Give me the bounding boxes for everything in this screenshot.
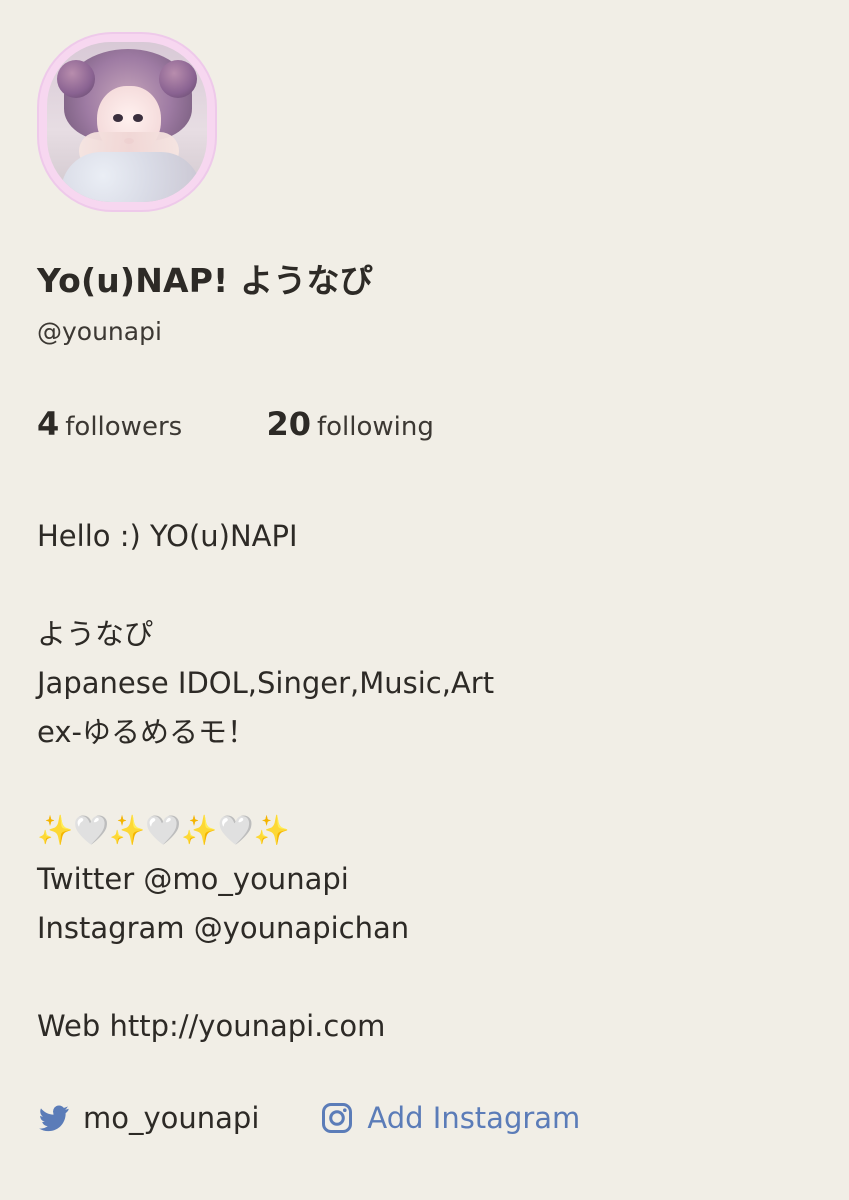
profile-stats: 4 followers 20 following [37,405,434,443]
avatar-eye-left [113,114,123,122]
profile-bio: Hello :) YO(u)NAPI ようなぴ Japanese IDOL,Si… [37,519,495,1043]
followers-count: 4 [37,405,60,443]
social-links: mo_younapi Add Instagram [37,1096,580,1140]
twitter-bird-icon [37,1103,71,1133]
followers-label: followers [65,412,183,442]
profile-name: Yo(u)NAP! ようなぴ [37,261,373,300]
twitter-link[interactable]: mo_younapi [37,1101,259,1135]
avatar-eye-right [133,114,143,122]
following-count: 20 [266,405,311,443]
following-label: following [316,412,434,442]
profile-avatar[interactable] [37,32,217,212]
avatar-outfit [61,152,201,202]
followers-stat[interactable]: 4 followers [37,405,182,443]
avatar-hair-bun-right [159,60,197,98]
profile-handle: @younapi [37,317,162,346]
twitter-handle: mo_younapi [83,1101,260,1135]
following-stat[interactable]: 20 following [266,405,433,443]
add-instagram-link[interactable]: Add Instagram [319,1100,580,1136]
avatar-photo [47,42,207,202]
avatar-hair-bun-left [57,60,95,98]
instagram-icon [319,1100,355,1136]
add-instagram-label: Add Instagram [367,1101,581,1135]
